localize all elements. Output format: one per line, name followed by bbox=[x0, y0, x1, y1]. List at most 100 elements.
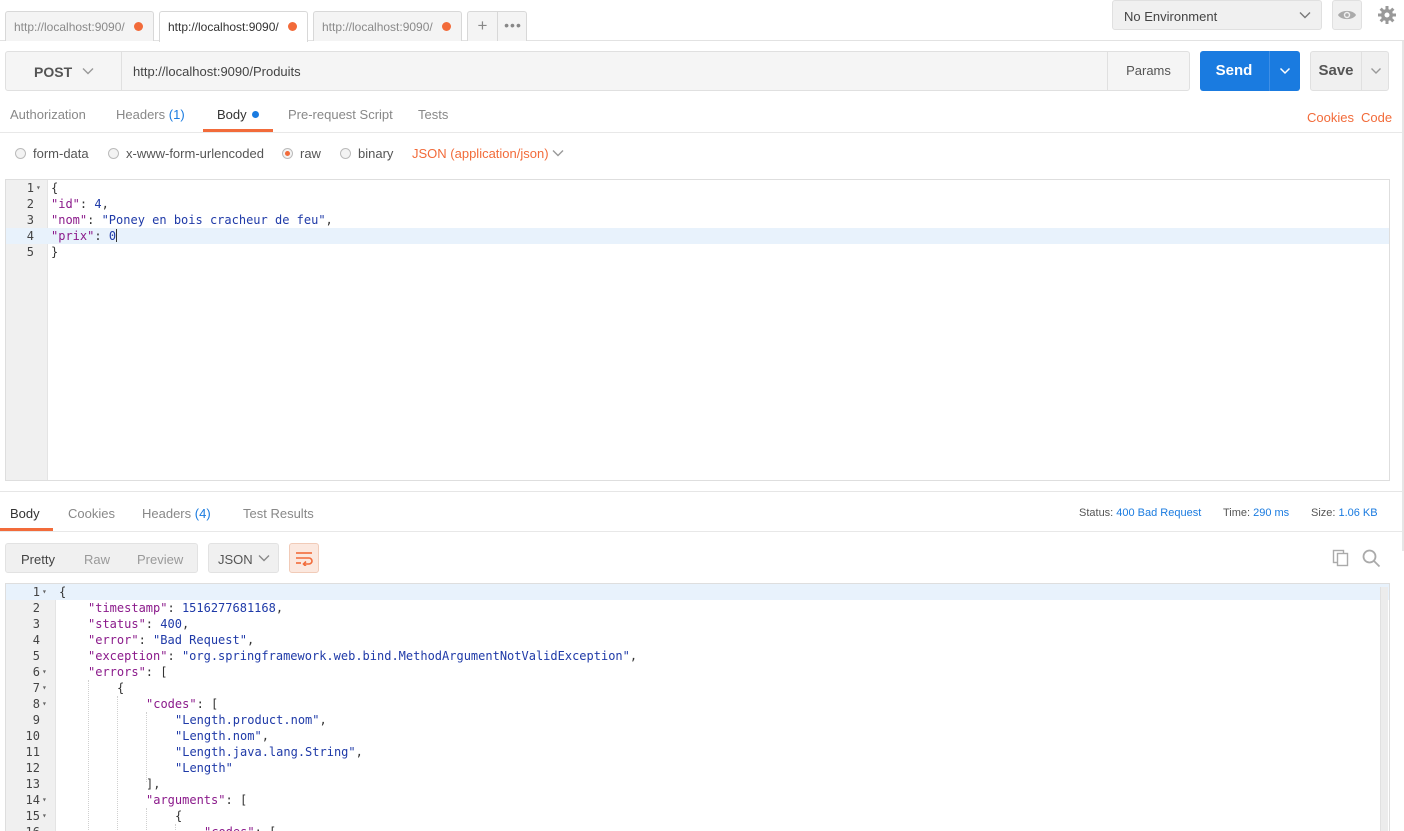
fold-arrow-icon[interactable]: ▾ bbox=[42, 584, 47, 600]
json-number: 400 bbox=[160, 617, 182, 631]
url-input[interactable]: http://localhost:9090/Produits bbox=[133, 64, 301, 79]
json-string: "Bad Request" bbox=[153, 633, 247, 647]
environment-selected: No Environment bbox=[1124, 9, 1218, 24]
json-key: "error" bbox=[88, 633, 139, 647]
response-tab-cookies[interactable]: Cookies bbox=[68, 506, 115, 521]
format-preview[interactable]: Preview bbox=[137, 552, 183, 567]
response-tab-body[interactable]: Body bbox=[10, 506, 40, 521]
tab-tests[interactable]: Tests bbox=[418, 107, 448, 122]
code-line: 4 "error": "Bad Request", bbox=[6, 632, 1389, 648]
wrap-lines-button[interactable] bbox=[289, 543, 319, 573]
send-options-button[interactable] bbox=[1269, 51, 1300, 91]
settings-button[interactable] bbox=[1372, 0, 1402, 30]
request-tab-title: http://localhost:9090/ bbox=[322, 20, 433, 34]
save-label: Save bbox=[1318, 62, 1354, 79]
line-number: 14 bbox=[25, 793, 40, 807]
radio-icon bbox=[340, 148, 351, 159]
line-number: 1 bbox=[26, 181, 34, 195]
response-tab-test-results[interactable]: Test Results bbox=[243, 506, 314, 521]
fold-arrow-icon[interactable]: ▾ bbox=[42, 792, 47, 808]
line-number: 9 bbox=[32, 713, 40, 727]
pane-splitter[interactable] bbox=[0, 491, 1404, 492]
body-mode-raw[interactable]: raw bbox=[282, 146, 321, 161]
save-button[interactable]: Save bbox=[1310, 51, 1389, 91]
line-number: 2 bbox=[26, 197, 34, 211]
json-key: "status" bbox=[88, 617, 146, 631]
radio-label: raw bbox=[300, 146, 321, 161]
response-tab-headers-label: Headers bbox=[142, 506, 192, 521]
json-key: "exception" bbox=[88, 649, 168, 663]
content-type-select[interactable]: JSON (application/json) bbox=[412, 146, 564, 161]
request-body-editor[interactable]: 1 ▾ {2 "id": 4, 3 "nom": "Poney en bois crach… bbox=[5, 179, 1390, 481]
body-mode-form-data[interactable]: form-data bbox=[15, 146, 89, 161]
code-punct: { bbox=[51, 181, 59, 195]
radio-label: form-data bbox=[33, 146, 89, 161]
indent-guide bbox=[88, 680, 89, 831]
radio-label: x-www-form-urlencoded bbox=[126, 146, 264, 161]
time-label: Time: bbox=[1223, 507, 1251, 519]
code-punct: { bbox=[175, 809, 183, 823]
tab-body[interactable]: Body bbox=[217, 107, 259, 122]
line-number: 5 bbox=[32, 649, 40, 663]
json-key: "timestamp" bbox=[88, 601, 168, 615]
code-text: "status": 400, bbox=[88, 617, 190, 631]
response-tab-headers[interactable]: Headers (4) bbox=[142, 506, 211, 521]
status-value: 400 Bad Request bbox=[1116, 507, 1202, 519]
chevron-down-icon bbox=[258, 555, 270, 562]
response-language-select[interactable]: JSON bbox=[208, 543, 279, 573]
code-line: 5} bbox=[6, 244, 1389, 260]
code-punct: [ bbox=[269, 825, 276, 831]
search-icon[interactable] bbox=[1362, 549, 1381, 568]
code-text: "Length" bbox=[175, 760, 233, 776]
code-line: 3 "status": 400, bbox=[6, 616, 1389, 632]
code-text: "error": "Bad Request", bbox=[88, 633, 255, 647]
time-value: 290 ms bbox=[1253, 507, 1290, 519]
code-line: 9 "Length.product.nom", bbox=[6, 712, 1389, 728]
environment-quick-look-button[interactable] bbox=[1332, 0, 1362, 30]
ellipsis-icon[interactable]: ••• bbox=[499, 12, 527, 41]
code-link[interactable]: Code bbox=[1361, 110, 1392, 125]
code-punct: ], bbox=[146, 777, 161, 791]
format-pretty[interactable]: Pretty bbox=[21, 552, 55, 567]
fold-arrow-icon[interactable]: ▾ bbox=[42, 680, 47, 696]
fold-arrow-icon[interactable]: ▾ bbox=[42, 664, 47, 680]
response-body-viewer[interactable]: 1 ▾{2 "timestamp": 1516277681168, 3 "status"… bbox=[5, 583, 1390, 831]
code-punct: [ bbox=[239, 793, 248, 807]
save-options-button[interactable] bbox=[1361, 52, 1389, 90]
line-number: 4 bbox=[32, 633, 40, 647]
fold-arrow-icon[interactable]: ▾ bbox=[42, 808, 47, 824]
line-number: 3 bbox=[26, 213, 34, 227]
send-button[interactable]: Send bbox=[1200, 51, 1300, 91]
code-text: "codes": [ bbox=[146, 697, 219, 711]
copy-icon[interactable] bbox=[1332, 549, 1350, 567]
cookies-link[interactable]: Cookies bbox=[1307, 110, 1354, 125]
code-line: 8 ▾ "codes": [ bbox=[6, 696, 1389, 712]
tab-authorization[interactable]: Authorization bbox=[10, 107, 86, 122]
code-punct: , bbox=[101, 197, 109, 211]
line-number: 10 bbox=[25, 729, 40, 743]
body-mode-urlencoded[interactable]: x-www-form-urlencoded bbox=[108, 146, 264, 161]
chevron-down-icon bbox=[1370, 68, 1381, 74]
line-number: 16 bbox=[6, 824, 40, 831]
headers-count: (4) bbox=[194, 506, 211, 521]
tab-pre-request-script[interactable]: Pre-request Script bbox=[288, 107, 393, 122]
tab-headers[interactable]: Headers (1) bbox=[116, 107, 185, 122]
request-tab-3[interactable]: http://localhost:9090/ bbox=[313, 11, 462, 41]
code-text: ], bbox=[146, 776, 160, 792]
format-raw[interactable]: Raw bbox=[84, 552, 110, 567]
code-text: "errors": [ bbox=[88, 665, 168, 679]
environment-select[interactable]: No Environment bbox=[1112, 0, 1322, 30]
fold-arrow-icon[interactable]: ▾ bbox=[42, 696, 47, 712]
request-tab-1[interactable]: http://localhost:9090/ bbox=[5, 11, 154, 41]
fold-arrow-icon[interactable]: ▾ bbox=[36, 180, 41, 196]
plus-icon[interactable]: + bbox=[468, 12, 498, 41]
response-scrollbar[interactable] bbox=[1380, 587, 1388, 831]
active-tab-indicator bbox=[203, 129, 273, 132]
params-button[interactable]: Params bbox=[1107, 52, 1189, 90]
code-line: 14 ▾ "arguments": [ bbox=[6, 792, 1389, 808]
indent-guide bbox=[175, 824, 176, 831]
method-select[interactable]: POST bbox=[6, 52, 122, 90]
request-tab-2[interactable]: http://localhost:9090/ bbox=[159, 11, 308, 42]
code-punct: [ bbox=[211, 697, 219, 711]
body-mode-binary[interactable]: binary bbox=[340, 146, 393, 161]
